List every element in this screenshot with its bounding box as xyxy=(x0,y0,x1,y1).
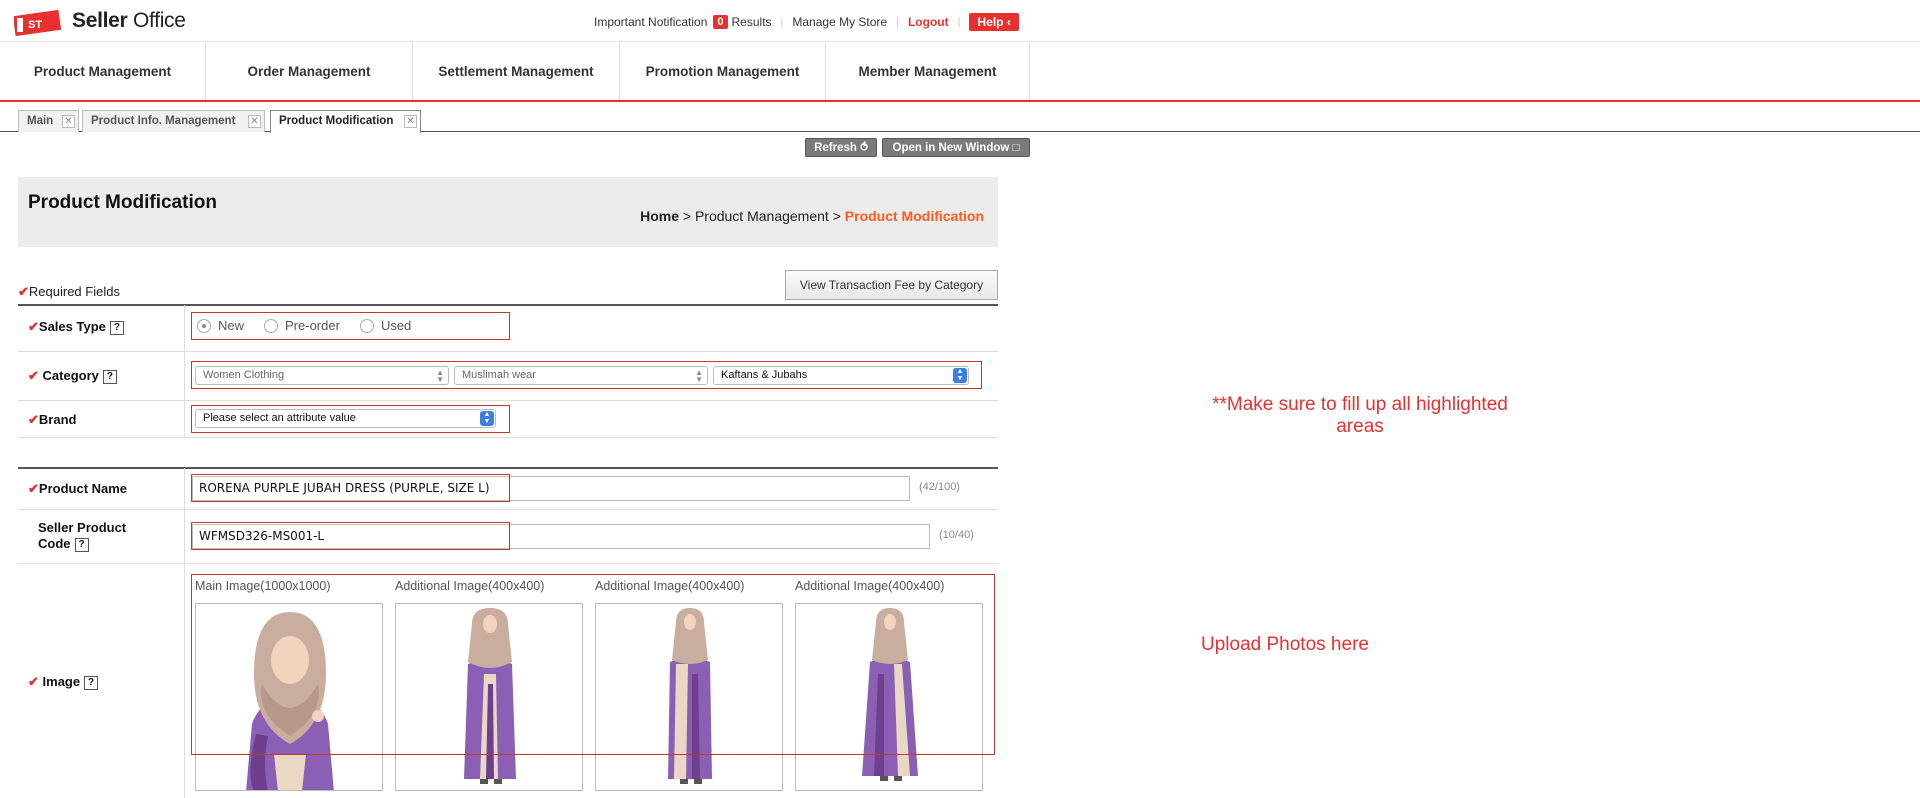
utility-links: Important Notification 0 Results | Manag… xyxy=(594,13,1019,31)
nav-settlement-management[interactable]: Settlement Management xyxy=(413,42,620,100)
check-icon: ✔ xyxy=(18,284,29,299)
tab-label: Main xyxy=(27,115,54,127)
highlight-box xyxy=(191,522,510,550)
tab-main[interactable]: Main ✕ xyxy=(18,110,79,132)
product-name-char-count: (42/100) xyxy=(919,481,960,493)
notification-link[interactable]: Important Notification xyxy=(594,15,707,29)
breadcrumb-separator: > xyxy=(832,208,841,224)
category-level1-select[interactable]: Women Clothing ▲ ▼ xyxy=(195,366,449,385)
refresh-button[interactable]: Refresh ⥀ xyxy=(805,138,877,157)
sales-type-new-radio[interactable]: New xyxy=(197,318,244,333)
check-icon: ✔ xyxy=(28,674,39,689)
chevron-updown-icon: ▲ ▼ xyxy=(695,368,703,384)
category-level3-select[interactable]: Kaftans & Jubahs ▲ ▼ xyxy=(713,366,969,385)
manage-store-link[interactable]: Manage My Store xyxy=(792,15,887,29)
check-icon: ✔ xyxy=(28,319,39,334)
form-divider xyxy=(18,509,998,510)
highlight-box xyxy=(191,574,995,755)
form-column-divider xyxy=(184,468,185,798)
check-icon: ✔ xyxy=(28,412,39,427)
chevron-updown-icon: ▲ ▼ xyxy=(953,368,967,383)
check-icon: ✔ xyxy=(28,481,39,496)
check-icon: ✔ xyxy=(28,368,39,383)
open-new-window-button[interactable]: Open in New Window □ xyxy=(882,138,1030,157)
form-divider xyxy=(18,400,998,401)
breadcrumb-section[interactable]: Product Management xyxy=(695,208,829,224)
breadcrumb-separator: > xyxy=(682,208,692,224)
nav-order-management[interactable]: Order Management xyxy=(206,42,413,100)
chevron-updown-icon: ▲ ▼ xyxy=(436,368,444,384)
form-divider xyxy=(18,467,998,469)
tab-product-info-management[interactable]: Product Info. Management ✕ xyxy=(82,110,265,132)
highlight-box xyxy=(191,474,510,502)
svg-text:ST: ST xyxy=(28,19,42,31)
radio-icon xyxy=(264,318,279,333)
divider: | xyxy=(896,16,899,28)
form-divider xyxy=(18,304,998,306)
help-icon[interactable]: ? xyxy=(102,369,117,384)
form-divider xyxy=(18,351,998,352)
breadcrumb-current: Product Modification xyxy=(844,208,984,224)
radio-icon xyxy=(359,318,374,333)
seller-code-label: Seller Product Code? xyxy=(38,520,127,552)
category-label: ✔ Category? xyxy=(28,368,117,384)
form-divider xyxy=(18,563,998,564)
product-name-label: ✔Product Name xyxy=(28,481,128,496)
help-icon[interactable]: ? xyxy=(74,537,89,552)
top-header: ST Seller Office Important Notification … xyxy=(0,0,1920,42)
page-title: Product Modification xyxy=(28,192,217,213)
breadcrumb-home[interactable]: Home xyxy=(640,208,679,224)
form-divider xyxy=(18,437,998,438)
nav-member-management[interactable]: Member Management xyxy=(826,42,1030,100)
radio-selected-icon xyxy=(197,318,211,333)
sales-type-options: New Pre-order Used xyxy=(197,318,431,333)
nav-product-management[interactable]: Product Management xyxy=(0,42,206,100)
annotation-upload-photos: Upload Photos here xyxy=(1201,634,1369,655)
11st-logo-icon[interactable]: ST xyxy=(14,6,66,36)
help-icon[interactable]: ? xyxy=(109,320,124,335)
category-level2-select[interactable]: Muslimah wear ▲ ▼ xyxy=(454,366,708,385)
notification-suffix: Results xyxy=(731,15,772,29)
sales-type-used-radio[interactable]: Used xyxy=(359,318,411,333)
image-label: ✔ Image? xyxy=(28,674,99,690)
brand-label: ✔Brand xyxy=(28,412,77,427)
main-nav: Product Management Order Management Sett… xyxy=(0,42,1920,102)
view-transaction-fee-button[interactable]: View Transaction Fee by Category xyxy=(785,270,998,300)
tab-label: Product Modification xyxy=(279,115,394,127)
close-icon[interactable]: ✕ xyxy=(248,115,261,128)
form-column-divider xyxy=(184,305,185,437)
tab-product-modification[interactable]: Product Modification ✕ xyxy=(270,110,421,133)
help-icon[interactable]: ? xyxy=(84,675,99,690)
help-button[interactable]: Help ‹ xyxy=(969,13,1019,31)
divider: | xyxy=(780,16,784,28)
app-title: Seller Office xyxy=(72,9,186,32)
required-note: ✔Required Fields xyxy=(18,284,120,299)
chevron-updown-icon: ▲ ▼ xyxy=(480,411,494,426)
breadcrumb: Home > Product Management > Product Modi… xyxy=(640,208,984,224)
logout-link[interactable]: Logout xyxy=(908,15,949,29)
page-header: Product Modification Home > Product Mana… xyxy=(18,177,998,247)
brand-select[interactable]: Please select an attribute value ▲ ▼ xyxy=(195,409,496,428)
nav-promotion-management[interactable]: Promotion Management xyxy=(620,42,826,100)
tab-label: Product Info. Management xyxy=(91,115,236,127)
tab-bar: Main ✕ Product Info. Management ✕ Produc… xyxy=(0,102,1920,133)
close-icon[interactable]: ✕ xyxy=(62,115,75,128)
annotation-fill-highlighted: **Make sure to fill up all highlighted a… xyxy=(1212,394,1508,437)
sales-type-preorder-radio[interactable]: Pre-order xyxy=(264,318,340,333)
notification-count-badge: 0 xyxy=(713,15,728,29)
seller-code-char-count: (10/40) xyxy=(939,529,974,541)
sales-type-label: ✔Sales Type? xyxy=(28,319,124,335)
divider: | xyxy=(957,16,961,28)
close-icon[interactable]: ✕ xyxy=(404,115,417,128)
